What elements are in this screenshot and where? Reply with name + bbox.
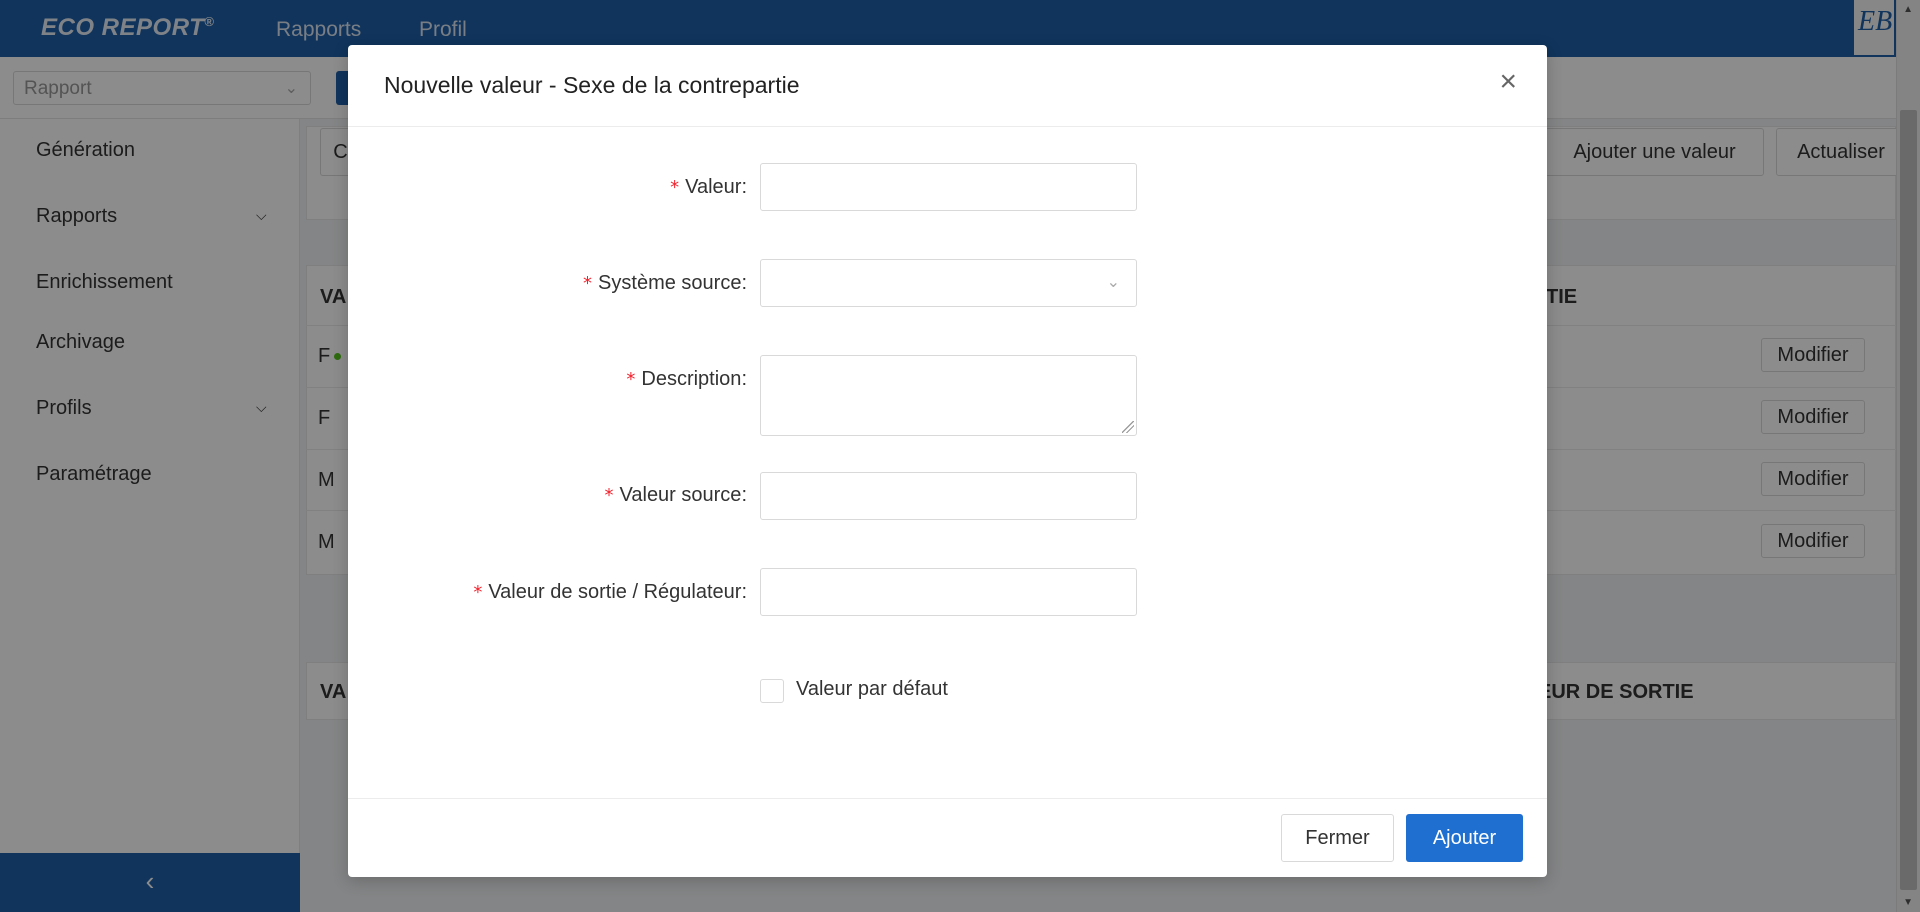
field-label-valeur: * Valeur:: [670, 176, 747, 199]
label-text: Valeur: [685, 176, 742, 198]
field-label-valeur-sortie: * Valeur de sortie / Régulateur:: [473, 581, 747, 604]
label-text: Système source: [598, 272, 742, 294]
label-colon: :: [741, 581, 747, 603]
systeme-source-select[interactable]: ⌄: [760, 259, 1137, 307]
required-mark: *: [626, 369, 636, 390]
default-value-label[interactable]: Valeur par défaut: [796, 678, 948, 701]
field-label-systeme-source: * Système source:: [583, 272, 747, 295]
label-colon: :: [741, 368, 747, 390]
label-text: Valeur source: [619, 484, 742, 506]
valeur-source-input[interactable]: [760, 472, 1137, 520]
close-icon[interactable]: ×: [1499, 67, 1517, 97]
resize-handle-icon[interactable]: [1122, 421, 1134, 433]
required-mark: *: [583, 273, 593, 294]
label-colon: :: [741, 272, 747, 294]
label-text: Valeur de sortie / Régulateur: [488, 581, 742, 603]
label-text: Description: [641, 368, 742, 390]
field-label-valeur-source: * Valeur source:: [605, 484, 747, 507]
field-label-description: * Description:: [626, 368, 747, 391]
valeur-input[interactable]: [760, 163, 1137, 211]
required-mark: *: [604, 485, 614, 506]
dialog-footer: Fermer Ajouter: [348, 798, 1547, 877]
required-mark: *: [473, 582, 483, 603]
dialog-header: Nouvelle valeur - Sexe de la contreparti…: [348, 45, 1547, 127]
valeur-sortie-input[interactable]: [760, 568, 1137, 616]
close-button[interactable]: Fermer: [1281, 814, 1394, 862]
label-colon: :: [741, 176, 747, 198]
label-colon: :: [741, 484, 747, 506]
new-value-dialog: Nouvelle valeur - Sexe de la contreparti…: [348, 45, 1547, 877]
chevron-down-icon: ⌄: [1106, 274, 1120, 291]
add-button[interactable]: Ajouter: [1406, 814, 1523, 862]
dialog-title: Nouvelle valeur - Sexe de la contreparti…: [384, 72, 800, 98]
default-value-checkbox[interactable]: [760, 679, 784, 703]
required-mark: *: [670, 177, 680, 198]
description-textarea[interactable]: [760, 355, 1137, 436]
